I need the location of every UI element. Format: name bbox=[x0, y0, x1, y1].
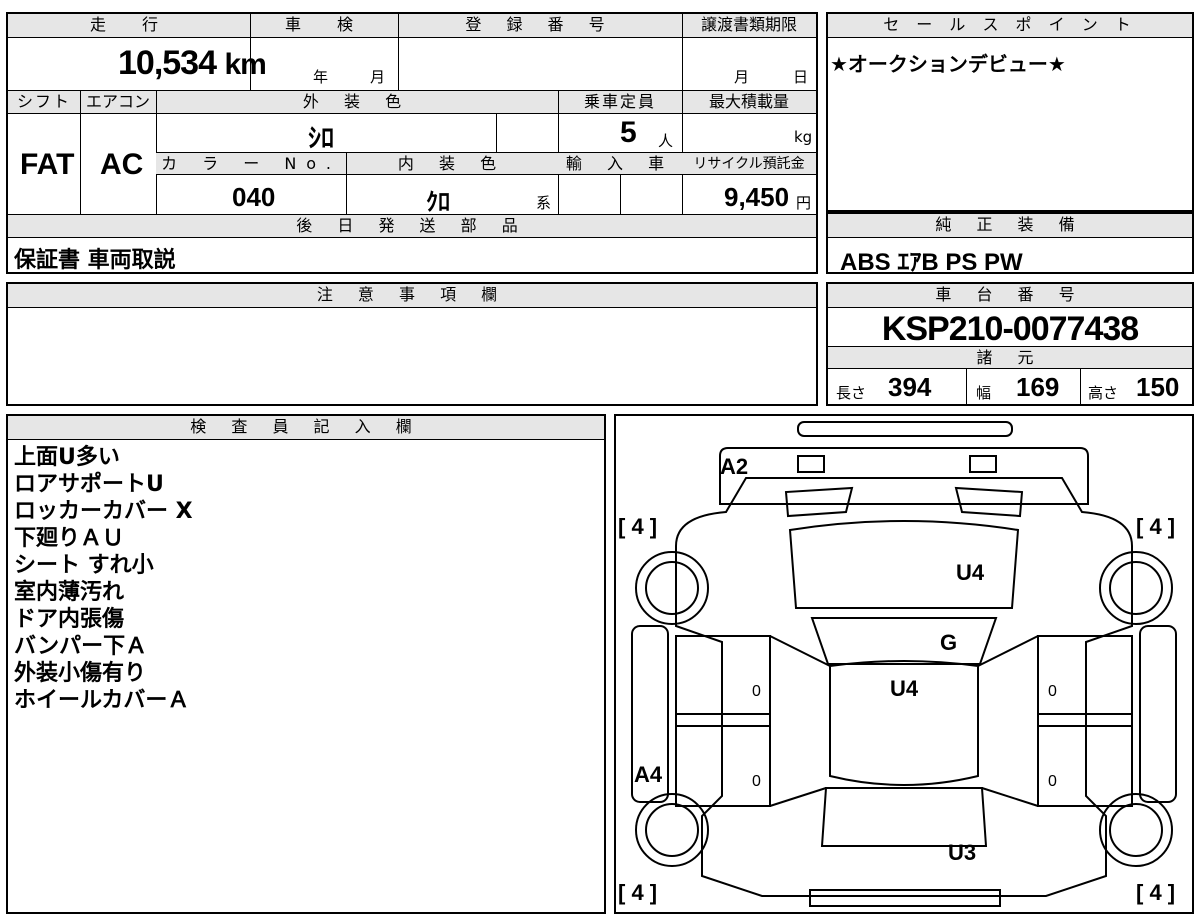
exterior-color-value: ｼﾛ bbox=[308, 123, 335, 153]
mileage-value: 10,534 km bbox=[118, 44, 267, 83]
label-tire-rl: [ 4 ] bbox=[618, 880, 657, 905]
height-value: 150 bbox=[1136, 372, 1180, 402]
sales-point-text: ★オークションデビュー★ bbox=[830, 52, 1066, 76]
label-tire-fl: [ 4 ] bbox=[618, 514, 657, 539]
recycle-header: リサイクル預託金 bbox=[682, 153, 816, 175]
height-label: 高さ bbox=[1088, 384, 1119, 402]
notes-box: 注 意 事 項 欄 bbox=[6, 282, 818, 406]
notes-header: 注 意 事 項 欄 bbox=[8, 284, 816, 308]
label-u3-rear: U3 bbox=[948, 840, 976, 865]
later-parts-value: 保証書 車両取説 bbox=[14, 248, 176, 273]
genuine-equipment-box: 純 正 装 備 ABS ｴｱB PS PW bbox=[826, 212, 1194, 276]
label-tire-fr: [ 4 ] bbox=[1136, 514, 1175, 539]
max-load-unit: kg bbox=[794, 128, 813, 146]
capacity-unit: 人 bbox=[658, 132, 674, 150]
length-label: 長さ bbox=[836, 384, 867, 402]
label-a4: A4 bbox=[634, 762, 663, 787]
max-load-header: 最大積載量 bbox=[682, 91, 816, 114]
registration-header: 登 録 番 号 bbox=[398, 14, 682, 38]
recycle-unit: 円 bbox=[796, 194, 812, 212]
transfer-day: 日 bbox=[793, 68, 809, 86]
label-door-r1: 0 bbox=[1048, 683, 1057, 700]
interior-color-value: ｸﾛ bbox=[426, 189, 450, 216]
genuine-equipment-text: ABS ｴｱB PS PW bbox=[840, 249, 1023, 276]
mileage-header: 走 行 bbox=[8, 14, 250, 38]
recycle-value: 9,450 bbox=[724, 182, 790, 212]
chassis-box: 車 台 番 号 KSP210-0077438 諸 元 長さ 394 幅 169 … bbox=[826, 282, 1194, 406]
shift-header: シフト bbox=[8, 91, 80, 114]
label-door-l1: 0 bbox=[752, 683, 761, 700]
inspection-header: 車 検 bbox=[250, 14, 398, 38]
color-no-value: 040 bbox=[232, 182, 276, 212]
label-a2: A2 bbox=[720, 454, 748, 479]
transfer-month: 月 bbox=[734, 68, 750, 86]
inspection-month: 月 bbox=[370, 68, 386, 86]
inspector-lines: 上面U多い ロアサポートU ロッカーカバー X 下廻りＡＵ シート すれ小 室内薄汚れ ドア… bbox=[14, 444, 193, 714]
car-diagram: A2 A4 U4 G U4 U3 [ 4 ] [ 4 ] [ 4 ] [ 4 ]… bbox=[618, 421, 1177, 907]
exterior-color-header: 外 装 色 bbox=[156, 91, 558, 114]
inspector-line: ロアサポートU bbox=[14, 472, 164, 497]
inspector-line: 外装小傷有り bbox=[14, 661, 147, 686]
sales-point-header: セ ー ル ス ポ イ ン ト bbox=[828, 14, 1192, 38]
aircon-value: AC bbox=[100, 148, 144, 181]
label-tire-rr: [ 4 ] bbox=[1136, 880, 1175, 905]
label-door-l2: 0 bbox=[752, 773, 761, 790]
interior-suffix: 系 bbox=[536, 194, 552, 212]
inspector-line: シート すれ小 bbox=[14, 553, 154, 578]
inspector-line: 室内薄汚れ bbox=[14, 580, 125, 605]
transfer-deadline-header: 譲渡書類期限 bbox=[682, 14, 816, 38]
inspector-box: 検 査 員 記 入 欄 上面U多い ロアサポートU ロッカーカバー X 下廻りＡＵ シー… bbox=[6, 414, 606, 914]
vehicle-info-box: 走 行 車 検 登 録 番 号 譲渡書類期限 10,534 km 年 月 月 日… bbox=[6, 12, 818, 274]
inspector-line: バンパー下Ａ bbox=[14, 634, 148, 659]
inspector-line: ロッカーカバー X bbox=[14, 499, 193, 524]
label-door-r2: 0 bbox=[1048, 773, 1057, 790]
inspector-line: 下廻りＡＵ bbox=[14, 526, 125, 551]
inspection-year: 年 bbox=[313, 68, 329, 86]
capacity-value: 5 bbox=[620, 116, 637, 149]
damage-diagram-box: A2 A4 U4 G U4 U3 [ 4 ] [ 4 ] [ 4 ] [ 4 ]… bbox=[614, 414, 1194, 914]
width-label: 幅 bbox=[976, 384, 992, 402]
width-value: 169 bbox=[1016, 372, 1060, 402]
interior-color-header: 内 装 色 bbox=[346, 153, 558, 175]
shift-value: FAT bbox=[20, 148, 75, 181]
specs-header: 諸 元 bbox=[828, 347, 1192, 369]
genuine-equipment-header: 純 正 装 備 bbox=[828, 214, 1192, 238]
length-value: 394 bbox=[888, 372, 932, 402]
inspector-line: 上面U多い bbox=[14, 445, 120, 470]
mileage-number: 10,534 bbox=[118, 44, 217, 82]
aircon-header: エアコン bbox=[80, 91, 156, 114]
mileage-unit: km bbox=[224, 48, 266, 81]
chassis-number: KSP210-0077438 bbox=[881, 310, 1139, 348]
label-u4-hood: U4 bbox=[956, 560, 985, 585]
import-header: 輸 入 車 bbox=[558, 153, 682, 175]
inspector-line: ホイールカバーＡ bbox=[14, 688, 190, 713]
inspector-line: ドア内張傷 bbox=[14, 607, 125, 632]
chassis-header: 車 台 番 号 bbox=[828, 284, 1192, 308]
color-no-header: カ ラ ー No. bbox=[156, 153, 346, 175]
sales-point-box: セ ー ル ス ポ イ ン ト ★オークションデビュー★ bbox=[826, 12, 1194, 212]
label-g-glass: G bbox=[940, 630, 957, 655]
capacity-header: 乗車定員 bbox=[558, 91, 682, 114]
label-u4-roof: U4 bbox=[890, 676, 919, 701]
inspector-header: 検 査 員 記 入 欄 bbox=[8, 416, 604, 440]
later-parts-header: 後 日 発 送 部 品 bbox=[8, 215, 816, 238]
